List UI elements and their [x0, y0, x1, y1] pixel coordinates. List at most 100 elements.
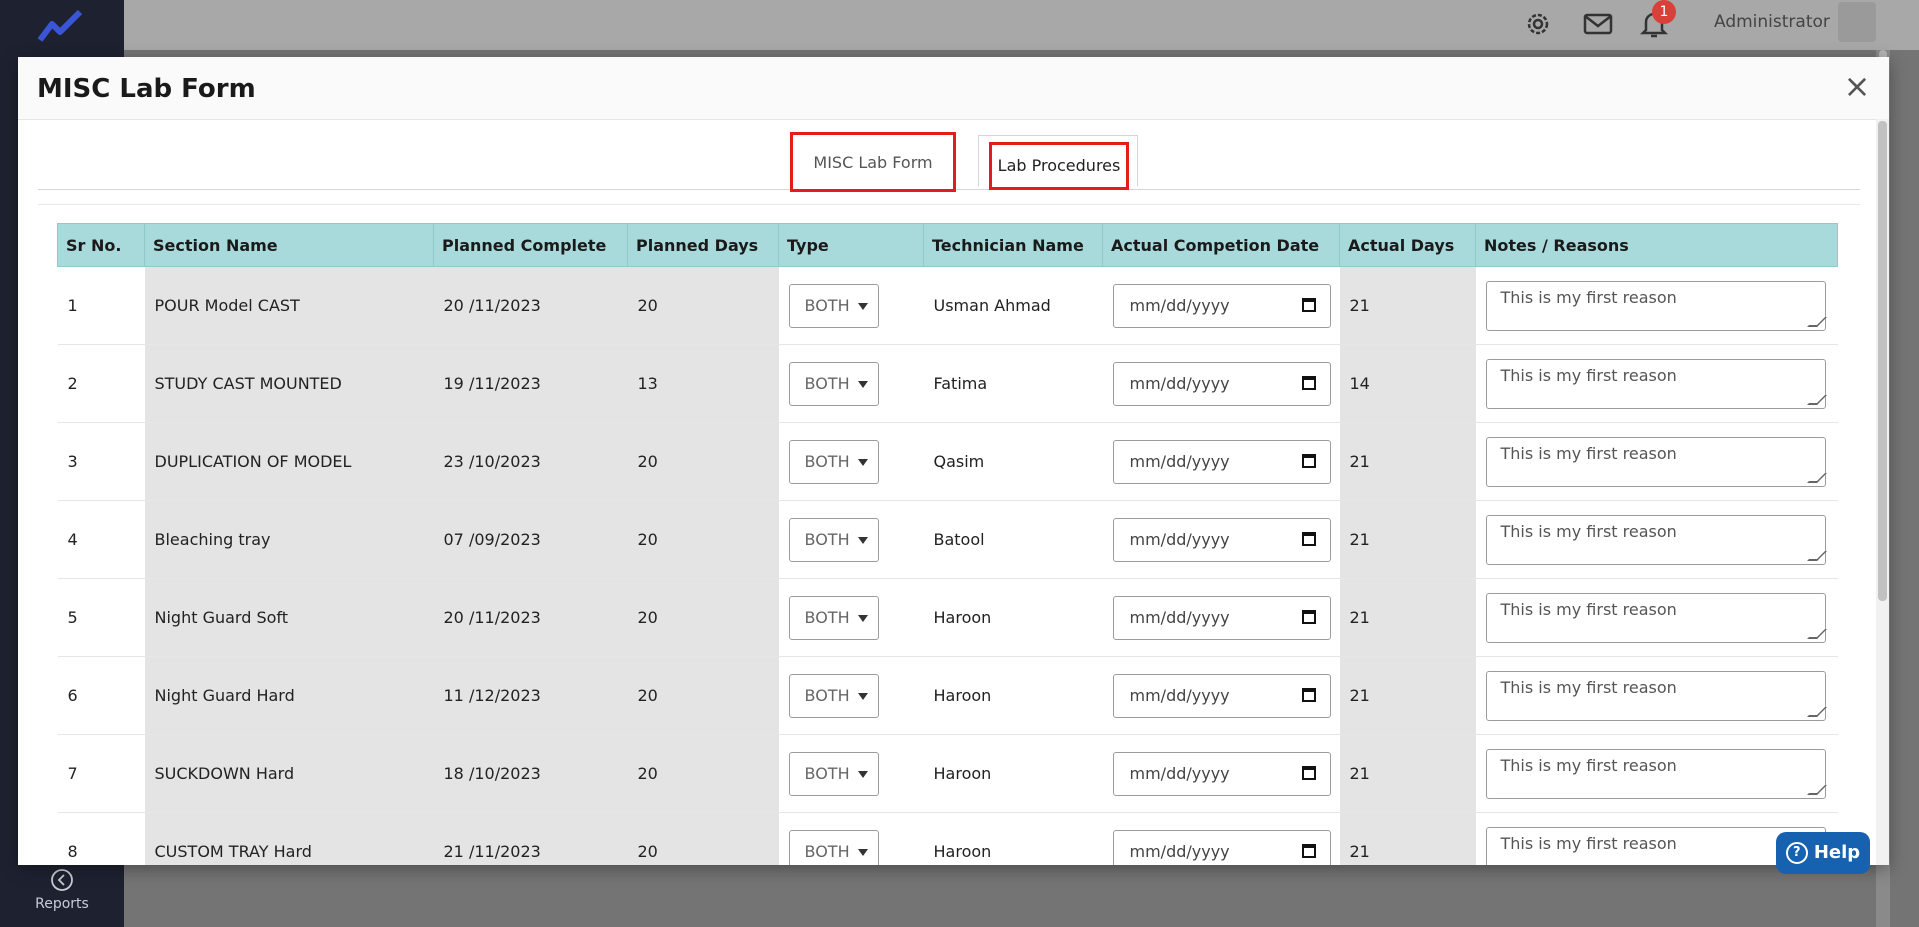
- tab-label: Lab Procedures: [989, 142, 1129, 190]
- notes-textarea[interactable]: This is my first reason: [1485, 592, 1827, 643]
- chevron-down-icon: [857, 770, 868, 778]
- resize-handle-icon[interactable]: [1806, 316, 1827, 327]
- help-button[interactable]: ? Help: [1776, 832, 1870, 874]
- col-header: Planned Complete: [433, 223, 628, 267]
- mail-icon[interactable]: [1582, 8, 1614, 40]
- notes-text: This is my first reason: [1500, 365, 1677, 385]
- actual-date-input[interactable]: mm/dd/yyyy: [1112, 595, 1331, 640]
- chevron-down-icon: [857, 536, 868, 544]
- cell-technician: Usman Ahmad: [923, 266, 1103, 345]
- type-select-value: BOTH: [804, 295, 850, 315]
- calendar-icon[interactable]: [1301, 297, 1316, 312]
- notes-textarea[interactable]: This is my first reason: [1485, 358, 1827, 409]
- type-select[interactable]: BOTH: [788, 829, 879, 865]
- type-select[interactable]: BOTH: [788, 283, 879, 328]
- close-icon[interactable]: ×: [1841, 70, 1873, 103]
- app-logo-icon[interactable]: [36, 6, 86, 50]
- modal-scrollbar-thumb[interactable]: [1878, 121, 1887, 601]
- calendar-icon[interactable]: [1301, 453, 1316, 468]
- actual-date-input[interactable]: mm/dd/yyyy: [1112, 361, 1331, 406]
- cell-section-name: SUCKDOWN Hard: [144, 734, 434, 813]
- avatar[interactable]: [1838, 2, 1876, 42]
- type-select[interactable]: BOTH: [788, 361, 879, 406]
- notes-text: This is my first reason: [1500, 521, 1677, 541]
- calendar-icon[interactable]: [1301, 609, 1316, 624]
- cell-actual-date: mm/dd/yyyy: [1102, 812, 1340, 865]
- actual-date-input[interactable]: mm/dd/yyyy: [1112, 673, 1331, 718]
- notes-text: This is my first reason: [1500, 677, 1677, 697]
- chevron-down-icon: [857, 458, 868, 466]
- cell-sr-no: 2: [57, 344, 145, 423]
- chevron-down-icon: [857, 848, 868, 856]
- date-placeholder: mm/dd/yyyy: [1129, 607, 1230, 627]
- col-header: Sr No.: [57, 223, 145, 267]
- type-select[interactable]: BOTH: [788, 517, 879, 562]
- type-select-value: BOTH: [804, 685, 850, 705]
- cell-planned-complete: 21 /11/2023: [433, 812, 628, 865]
- cell-type: BOTH: [778, 812, 924, 865]
- cell-sr-no: 3: [57, 422, 145, 501]
- notes-textarea[interactable]: This is my first reason: [1485, 436, 1827, 487]
- type-select-value: BOTH: [804, 373, 850, 393]
- tab-lab-procedures[interactable]: Lab Procedures: [978, 135, 1138, 190]
- actual-date-input[interactable]: mm/dd/yyyy: [1112, 439, 1331, 484]
- actual-date-input[interactable]: mm/dd/yyyy: [1112, 751, 1331, 796]
- cell-sr-no: 7: [57, 734, 145, 813]
- user-name[interactable]: Administrator: [1714, 12, 1830, 32]
- cell-planned-days: 20: [627, 656, 779, 735]
- type-select[interactable]: BOTH: [788, 439, 879, 484]
- tab-misc-lab-form[interactable]: MISC Lab Form: [790, 132, 956, 192]
- type-select[interactable]: BOTH: [788, 673, 879, 718]
- cell-planned-complete: 19 /11/2023: [433, 344, 628, 423]
- cell-planned-complete: 11 /12/2023: [433, 656, 628, 735]
- cell-technician: Haroon: [923, 578, 1103, 657]
- actual-date-input[interactable]: mm/dd/yyyy: [1112, 283, 1331, 328]
- resize-handle-icon[interactable]: [1806, 628, 1827, 639]
- notes-textarea[interactable]: This is my first reason: [1485, 670, 1827, 721]
- notes-textarea[interactable]: This is my first reason: [1485, 280, 1827, 331]
- type-select[interactable]: BOTH: [788, 751, 879, 796]
- notes-textarea[interactable]: This is my first reason: [1485, 748, 1827, 799]
- calendar-icon[interactable]: [1301, 843, 1316, 858]
- calendar-icon[interactable]: [1301, 531, 1316, 546]
- resize-handle-icon[interactable]: [1806, 472, 1827, 483]
- col-header: Planned Days: [627, 223, 779, 267]
- col-header: Technician Name: [923, 223, 1103, 267]
- tab-bar: MISC Lab Form Lab Procedures: [38, 132, 1860, 192]
- cell-sr-no: 8: [57, 812, 145, 865]
- type-select-value: BOTH: [804, 529, 850, 549]
- type-select[interactable]: BOTH: [788, 595, 879, 640]
- col-header: Actual Days: [1339, 223, 1476, 267]
- table-row: 1 POUR Model CAST 20 /11/2023 20 BOTH Usman A…: [57, 266, 1838, 345]
- notes-textarea[interactable]: This is my first reason: [1485, 826, 1827, 865]
- resize-handle-icon[interactable]: [1806, 394, 1827, 405]
- resize-handle-icon[interactable]: [1806, 706, 1827, 717]
- resize-handle-icon[interactable]: [1806, 784, 1827, 795]
- calendar-icon[interactable]: [1301, 375, 1316, 390]
- table-row: 7 SUCKDOWN Hard 18 /10/2023 20 BOTH Haroon mm/…: [57, 734, 1838, 813]
- cell-actual-days: 21: [1339, 812, 1476, 865]
- cell-notes: This is my first reason: [1475, 656, 1838, 735]
- date-placeholder: mm/dd/yyyy: [1129, 373, 1230, 393]
- table-row: 2 STUDY CAST MOUNTED 19 /11/2023 13 BOTH Fati…: [57, 344, 1838, 423]
- cell-planned-days: 20: [627, 734, 779, 813]
- cell-sr-no: 6: [57, 656, 145, 735]
- cell-planned-complete: 20 /11/2023: [433, 266, 628, 345]
- cell-type: BOTH: [778, 500, 924, 579]
- cell-actual-date: mm/dd/yyyy: [1102, 500, 1340, 579]
- actual-date-input[interactable]: mm/dd/yyyy: [1112, 517, 1331, 562]
- sidebar-item-reports[interactable]: Reports: [0, 860, 124, 927]
- col-header: Section Name: [144, 223, 434, 267]
- cell-planned-days: 20: [627, 266, 779, 345]
- notes-textarea[interactable]: This is my first reason: [1485, 514, 1827, 565]
- calendar-icon[interactable]: [1301, 687, 1316, 702]
- actual-date-input[interactable]: mm/dd/yyyy: [1112, 829, 1331, 865]
- cell-technician: Haroon: [923, 656, 1103, 735]
- resize-handle-icon[interactable]: [1806, 550, 1827, 561]
- cell-actual-days: 21: [1339, 734, 1476, 813]
- cell-technician: Haroon: [923, 812, 1103, 865]
- modal-scrollbar[interactable]: [1876, 119, 1889, 865]
- cell-actual-date: mm/dd/yyyy: [1102, 578, 1340, 657]
- gear-icon[interactable]: [1522, 8, 1554, 40]
- calendar-icon[interactable]: [1301, 765, 1316, 780]
